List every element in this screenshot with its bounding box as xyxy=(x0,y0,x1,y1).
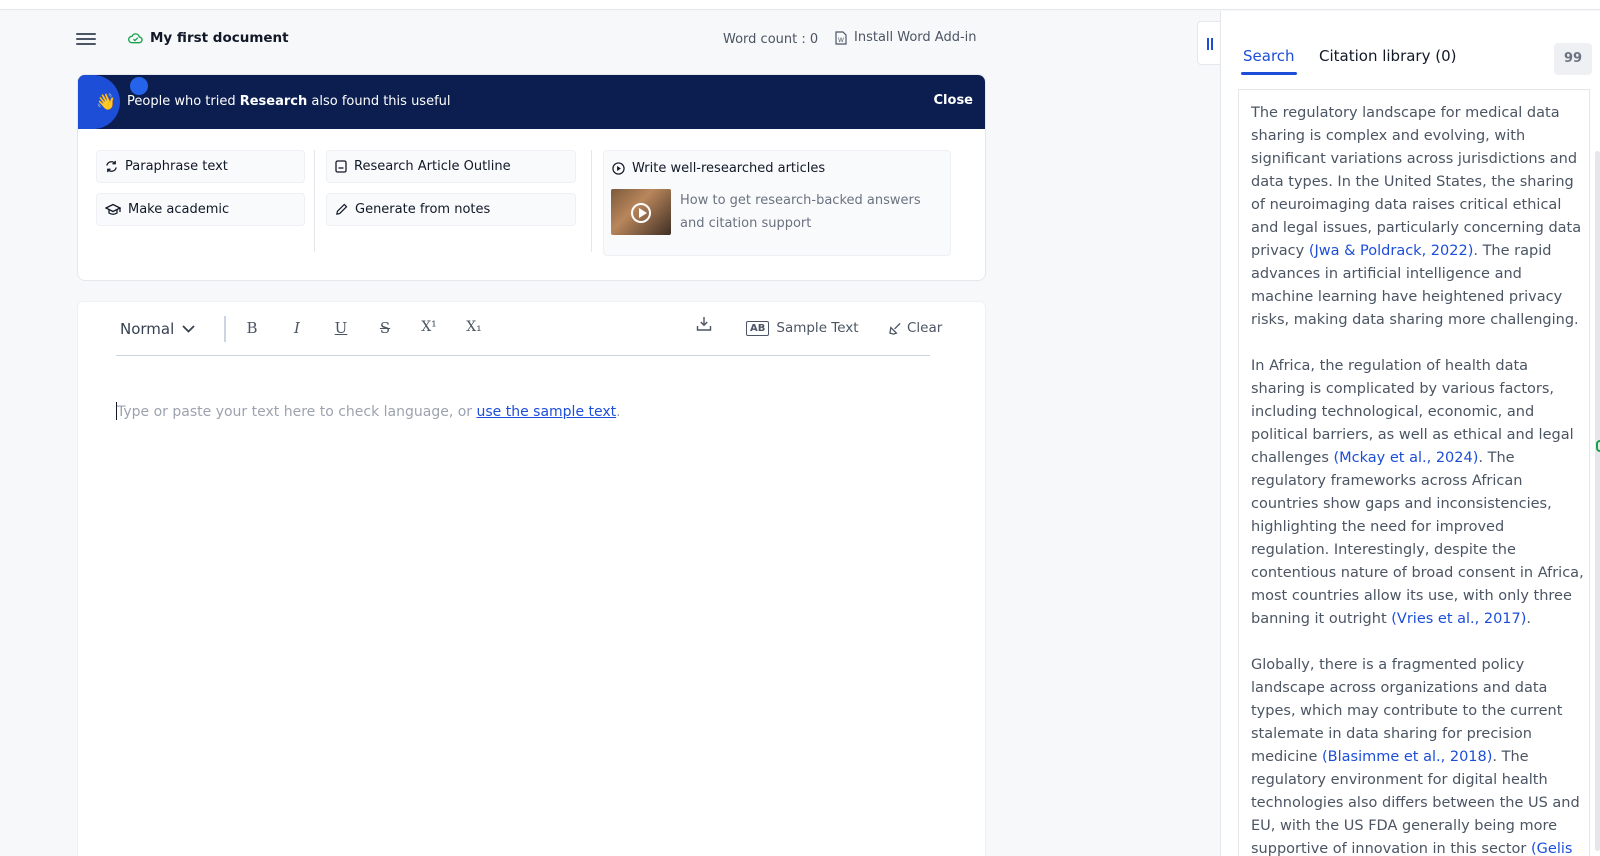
paragraph-style-value: Normal xyxy=(120,320,175,338)
italic-button[interactable]: I xyxy=(284,319,310,341)
strikethrough-button[interactable]: S xyxy=(372,319,398,341)
paragraph-style-dropdown[interactable]: Normal xyxy=(120,320,195,338)
bold-button[interactable]: B xyxy=(239,319,265,341)
toolbar-separator xyxy=(224,316,226,342)
generate-from-notes-button[interactable]: Generate from notes xyxy=(326,193,576,226)
sample-text-button[interactable]: AB Sample Text xyxy=(746,320,859,336)
download-icon xyxy=(696,317,712,331)
word-file-icon: W xyxy=(835,30,847,45)
sample-text-label: Sample Text xyxy=(776,320,859,336)
editor-input-area[interactable]: Type or paste your text here to check la… xyxy=(116,402,621,420)
research-article-outline-button[interactable]: Research Article Outline xyxy=(326,150,576,183)
result-text: . The regulatory frameworks across Afric… xyxy=(1251,450,1584,627)
download-button[interactable] xyxy=(696,316,712,332)
banner-highlight: Research xyxy=(239,94,308,109)
ab-icon: AB xyxy=(746,320,770,336)
graduation-cap-icon xyxy=(105,203,121,215)
wave-hand-icon: 👋 xyxy=(96,92,116,111)
chevron-down-icon xyxy=(182,325,195,333)
handle-bar-left xyxy=(1207,38,1209,50)
play-circle-icon xyxy=(612,162,625,175)
menu-icon[interactable] xyxy=(76,30,96,48)
quote-icon[interactable]: 99 xyxy=(1554,43,1592,75)
banner-prefix: People who tried xyxy=(127,94,240,109)
tools-divider xyxy=(314,150,315,252)
result-text: The regulatory landscape for medical dat… xyxy=(1251,105,1582,259)
svg-text:W: W xyxy=(838,37,844,44)
clear-label: Clear xyxy=(907,320,943,336)
active-tab-indicator xyxy=(1241,72,1297,75)
editor-toolbar: Normal B I U S X¹ X₁ AB Sample Text Clea… xyxy=(116,302,942,356)
banner-suffix: also found this useful xyxy=(307,94,451,109)
result-paragraph: In Africa, the regulation of health data… xyxy=(1251,355,1585,631)
clear-button[interactable]: Clear xyxy=(889,320,942,336)
research-side-panel: Search Citation library (0) 99 The regul… xyxy=(1220,11,1600,856)
superscript-button[interactable]: X¹ xyxy=(416,319,442,341)
collapse-panel-handle[interactable] xyxy=(1197,21,1220,65)
result-text: . xyxy=(1526,611,1532,627)
top-border xyxy=(0,0,1600,10)
editor-placeholder: Type or paste your text here to check la… xyxy=(117,404,477,420)
article-promo-card[interactable]: Write well-researched articles How to ge… xyxy=(603,150,951,256)
citation-link[interactable]: (Vries et al., 2017) xyxy=(1391,611,1526,627)
suggestion-card: 👋 People who tried Research also found t… xyxy=(77,74,986,281)
pencil-icon xyxy=(336,203,348,215)
scrollbar[interactable] xyxy=(1595,151,1600,851)
banner-message: People who tried Research also found thi… xyxy=(127,94,451,109)
close-banner-button[interactable]: Close xyxy=(934,93,973,108)
article-promo-title[interactable]: Write well-researched articles xyxy=(612,161,825,176)
edge-indicator xyxy=(1596,440,1600,452)
underline-button[interactable]: U xyxy=(328,319,354,341)
research-results: The regulatory landscape for medical dat… xyxy=(1238,89,1590,856)
eraser-icon xyxy=(889,322,901,335)
document-title-group[interactable]: My first document xyxy=(128,30,289,46)
article-promo-title-text: Write well-researched articles xyxy=(632,161,826,176)
paraphrase-text-label: Paraphrase text xyxy=(125,159,228,174)
result-text: . The regulatory environment for digital… xyxy=(1251,749,1580,856)
text-editor: Normal B I U S X¹ X₁ AB Sample Text Clea… xyxy=(77,301,986,856)
video-thumbnail[interactable] xyxy=(611,189,671,235)
word-count: Word count : 0 xyxy=(723,32,819,47)
tab-citation-library[interactable]: Citation library (0) xyxy=(1319,47,1457,65)
document-header: My first document Word count : 0 W Insta… xyxy=(0,10,1195,70)
refresh-icon xyxy=(106,160,117,173)
make-academic-button[interactable]: Make academic xyxy=(96,193,305,226)
generate-from-notes-label: Generate from notes xyxy=(355,202,491,217)
suggestion-banner: 👋 People who tried Research also found t… xyxy=(78,75,985,129)
make-academic-label: Make academic xyxy=(128,202,230,217)
cloud-check-icon xyxy=(128,33,143,44)
citation-link[interactable]: (Blasimme et al., 2018) xyxy=(1322,749,1492,765)
document-title[interactable]: My first document xyxy=(150,30,289,46)
outline-icon xyxy=(335,160,347,173)
citation-link[interactable]: (Mckay et al., 2024) xyxy=(1334,450,1479,466)
subscript-button[interactable]: X₁ xyxy=(461,319,487,341)
paraphrase-text-button[interactable]: Paraphrase text xyxy=(96,150,305,183)
tab-search[interactable]: Search xyxy=(1243,47,1295,65)
install-word-addin-button[interactable]: W Install Word Add-in xyxy=(835,30,977,45)
install-word-addin-label: Install Word Add-in xyxy=(854,30,977,45)
tools-divider-2 xyxy=(591,150,592,252)
play-icon xyxy=(631,203,651,223)
suggested-tools: Paraphrase text Make academic Research A… xyxy=(78,150,985,270)
citation-link[interactable]: (Jwa & Poldrack, 2022) xyxy=(1309,243,1474,259)
use-sample-text-link[interactable]: use the sample text xyxy=(477,404,617,420)
article-promo-description: How to get research-backed answers and c… xyxy=(680,193,921,231)
result-paragraph: Globally, there is a fragmented policy l… xyxy=(1251,654,1585,856)
handle-bar-right xyxy=(1211,38,1213,50)
banner-dot xyxy=(130,77,148,95)
result-paragraph: The regulatory landscape for medical dat… xyxy=(1251,102,1585,332)
editor-placeholder-period: . xyxy=(616,404,621,420)
citation-link[interactable]: (Gelis xyxy=(1531,841,1572,856)
research-article-outline-label: Research Article Outline xyxy=(354,159,511,174)
